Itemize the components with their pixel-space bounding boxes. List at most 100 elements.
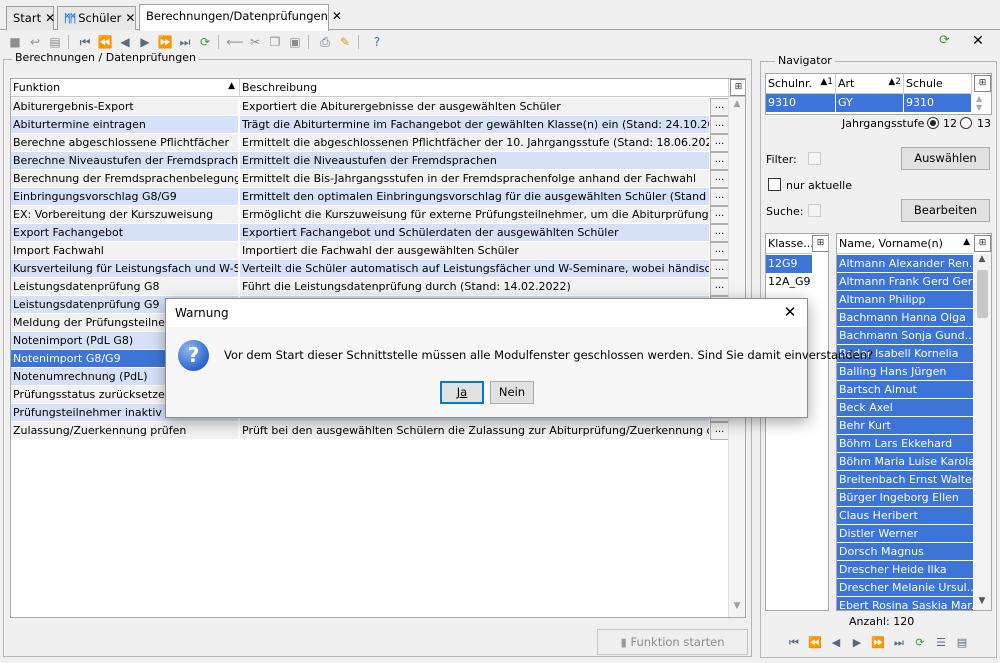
list-item[interactable]: Distler Werner: [837, 525, 973, 543]
dialog-close-icon[interactable]: ✕: [781, 303, 799, 321]
table-row[interactable]: Berechne abgeschlossene Pflichtfächer Erm…: [11, 134, 729, 152]
prev-page-icon[interactable]: ⏪: [96, 33, 114, 51]
column-chooser-icon[interactable]: ⊞: [974, 75, 991, 92]
first-record-icon[interactable]: ⏮: [787, 636, 801, 650]
jahrgang-radio-12[interactable]: [927, 117, 939, 129]
next-record-icon[interactable]: ▶: [136, 33, 154, 51]
row-detail-button[interactable]: ...: [710, 242, 729, 260]
jahrgang-radio-13[interactable]: [960, 117, 972, 129]
print-icon[interactable]: ⎙: [316, 33, 334, 51]
klasse-item[interactable]: 12A_G9: [766, 273, 812, 291]
row-detail-button[interactable]: ...: [710, 98, 729, 116]
navigator-close-icon[interactable]: ✕: [968, 31, 988, 51]
refresh-icon[interactable]: ⟳: [196, 33, 214, 51]
scroll-down-icon[interactable]: ▼: [974, 596, 990, 610]
col-schulnr[interactable]: Schulnr. ▲1: [766, 74, 836, 94]
tab-start[interactable]: Start ✕: [6, 6, 55, 30]
list-item[interactable]: Drescher Heide Ilka: [837, 561, 973, 579]
list-item[interactable]: Böhm Lars Ekkehard: [837, 435, 973, 453]
table-row[interactable]: Leistungsdatenprüfung G8 Führt die Leistu…: [11, 278, 729, 296]
col-beschreibung[interactable]: Beschreibung: [240, 79, 729, 97]
list-item[interactable]: Bartsch Almut: [837, 381, 973, 399]
refresh-icon[interactable]: ⟳: [913, 636, 927, 650]
row-detail-button[interactable]: ...: [710, 170, 729, 188]
table-row[interactable]: Berechne Niveaustufen der Fremdsprachen E…: [11, 152, 729, 170]
list-item[interactable]: Breitenbach Ernst Walter: [837, 471, 973, 489]
save-icon[interactable]: ■: [6, 33, 24, 51]
funktion-starten-button[interactable]: ▮ Funktion starten: [597, 629, 748, 655]
row-detail-button[interactable]: ...: [710, 278, 729, 296]
last-record-icon[interactable]: ⏭: [176, 33, 194, 51]
scroll-thumb[interactable]: [977, 270, 988, 318]
tab-berechnungen[interactable]: Berechnungen/Datenprüfungen ✕: [139, 4, 342, 31]
undo-icon[interactable]: ↩: [26, 33, 44, 51]
list-item[interactable]: Behr Kurt: [837, 417, 973, 435]
list-item[interactable]: Claus Heribert: [837, 507, 973, 525]
next-record-icon[interactable]: ▶: [850, 636, 864, 650]
nein-button[interactable]: Nein: [490, 381, 534, 404]
broom-icon[interactable]: ✎: [336, 33, 354, 51]
list-item[interactable]: Bürger Ingeborg Ellen: [837, 489, 973, 507]
col-name[interactable]: Name, Vorname(n) ▲: [837, 234, 973, 254]
list-item[interactable]: Böhm Maria Luise Karola: [837, 453, 973, 471]
school-cell[interactable]: GY: [836, 94, 904, 112]
list-item[interactable]: Altmann Philipp: [837, 291, 973, 309]
auswaehlen-button[interactable]: Auswählen: [901, 147, 990, 170]
close-icon[interactable]: ✕: [45, 11, 55, 25]
row-detail-button[interactable]: ...: [710, 206, 729, 224]
column-chooser-icon[interactable]: ⊞: [974, 235, 991, 252]
copy-icon[interactable]: ❐: [266, 33, 284, 51]
table-row[interactable]: Abiturergebnis-Export Exportiert die Abit…: [11, 98, 729, 116]
prev-page-icon[interactable]: ⏪: [808, 636, 822, 650]
table-row[interactable]: Export Fachangebot Exportiert Fachangebot…: [11, 224, 729, 242]
suche-checkbox[interactable]: [808, 204, 821, 217]
help-icon[interactable]: ?: [368, 33, 386, 51]
col-schule[interactable]: Schule: [904, 74, 972, 94]
scroll-up-icon[interactable]: ▲: [974, 254, 990, 268]
table-row[interactable]: Import Fachwahl Importiert die Fachwahl d…: [11, 242, 729, 260]
col-klasse[interactable]: Klasse...: [766, 234, 814, 254]
list-item[interactable]: Altmann Alexander Ren...: [837, 255, 973, 273]
row-detail-button[interactable]: ...: [710, 224, 729, 242]
list-item[interactable]: Bachmann Sonja Gund...: [837, 327, 973, 345]
close-icon[interactable]: ✕: [125, 11, 135, 25]
row-detail-button[interactable]: ...: [710, 134, 729, 152]
cut-icon[interactable]: ✂: [246, 33, 264, 51]
spin-icon[interactable]: ▲ ▼: [976, 94, 982, 112]
row-detail-button[interactable]: ...: [710, 188, 729, 206]
table-row[interactable]: Kursverteilung für Leistungsfach und W-S…: [11, 260, 729, 278]
navigator-refresh-icon[interactable]: ⟳: [932, 33, 957, 51]
list-item[interactable]: Beck Axel: [837, 399, 973, 417]
bearbeiten-button[interactable]: Bearbeiten: [901, 199, 990, 222]
back-arrow-icon[interactable]: ⟵: [226, 33, 244, 51]
column-chooser-icon[interactable]: ⊞: [812, 235, 828, 252]
list-item[interactable]: Balling Hans Jürgen: [837, 363, 973, 381]
row-detail-button[interactable]: ...: [710, 116, 729, 134]
row-detail-button[interactable]: ...: [710, 422, 729, 440]
scroll-up-icon[interactable]: ▲: [729, 99, 745, 113]
col-funktion[interactable]: Funktion ▲: [11, 79, 240, 97]
row-detail-button[interactable]: ...: [710, 260, 729, 278]
next-page-icon[interactable]: ⏩: [156, 33, 174, 51]
table-row[interactable]: Zulassung/Zuerkennung prüfen Prüft bei de…: [11, 422, 729, 440]
paste-icon[interactable]: ▣: [286, 33, 304, 51]
first-record-icon[interactable]: ⏮: [76, 33, 94, 51]
close-icon[interactable]: ✕: [332, 9, 342, 23]
row-detail-button[interactable]: ...: [710, 152, 729, 170]
scroll-down-icon[interactable]: ▼: [729, 601, 745, 615]
table-row[interactable]: Abiturtermine eintragen Trägt die Abiturt…: [11, 116, 729, 134]
table-row[interactable]: Berechnung der Fremdsprachenbelegung Ermi…: [11, 170, 729, 188]
school-cell[interactable]: 9310: [766, 94, 836, 112]
ja-button[interactable]: Ja: [440, 381, 484, 404]
name-scrollbar[interactable]: ▲ ▼: [974, 254, 991, 610]
klasse-item[interactable]: 12G9: [766, 255, 812, 273]
prev-record-icon[interactable]: ◀: [829, 636, 843, 650]
school-cell[interactable]: 9310: [904, 94, 972, 112]
detail-view-icon[interactable]: ▤: [955, 636, 969, 650]
list-item[interactable]: Altmann Frank Gerd Gert: [837, 273, 973, 291]
table-row[interactable]: Einbringungsvorschlag G8/G9 Ermittelt den…: [11, 188, 729, 206]
list-item[interactable]: Dorsch Magnus: [837, 543, 973, 561]
last-record-icon[interactable]: ⏭: [892, 636, 906, 650]
nur-aktuelle-checkbox[interactable]: [768, 178, 781, 191]
table-row[interactable]: EX: Vorbereitung der Kurszuweisung Ermögl…: [11, 206, 729, 224]
